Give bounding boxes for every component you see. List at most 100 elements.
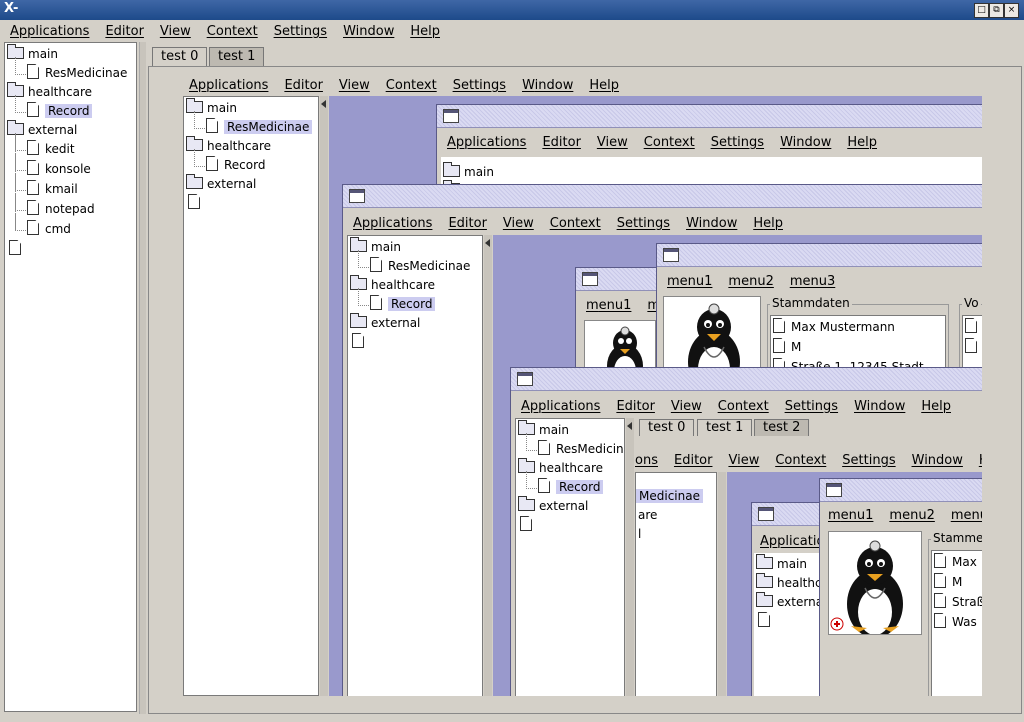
tree-node-record[interactable]: Record [538,478,604,496]
tree-node-external[interactable]: external [186,174,256,193]
minimize-button[interactable]: □ [974,3,989,18]
menu-context[interactable]: Context [542,216,609,231]
menu-settings[interactable]: Settings [703,135,772,150]
menu-window[interactable]: Window [904,453,971,468]
field-name[interactable]: Max Mustermann [773,318,895,336]
tree-node-notepad[interactable]: notepad [27,200,95,218]
field-sex[interactable]: M [934,573,962,591]
new-document-node[interactable] [520,516,538,534]
menu-window[interactable]: Window [678,216,745,231]
menu-editor[interactable]: Editor [440,216,494,231]
menu-window[interactable]: Window [335,24,402,39]
splitter[interactable] [320,96,328,696]
record-menu-1[interactable]: menu1 [659,274,720,289]
menu-help[interactable]: Help [745,216,791,231]
menu-window[interactable]: Window [772,135,839,150]
splitter[interactable] [139,42,146,714]
window-title-bar[interactable] [657,244,982,267]
menu-settings[interactable]: Settings [266,24,335,39]
tree-node-kmail[interactable]: kmail [27,180,78,198]
tree-node-cmd[interactable]: cmd [27,220,71,238]
tree-node-main[interactable]: main [756,554,807,573]
tab-test-1[interactable]: test 1 [697,419,753,436]
window-icon[interactable] [517,372,533,386]
menu-help[interactable]: Help [581,78,627,93]
window-title-bar[interactable] [820,479,982,502]
menu-settings[interactable]: Settings [777,399,846,414]
internal-window-e[interactable]: Applications Editor View Context Setting… [510,367,982,696]
menu-window[interactable]: Window [514,78,581,93]
tree-node-record[interactable]: Record [370,295,436,313]
vo-item[interactable] [965,338,982,356]
menu-applications[interactable]: Applications [513,399,608,414]
record-menu-2[interactable]: menu2 [881,508,942,523]
tree-node-external[interactable]: externa [756,592,823,611]
field-name[interactable]: Max [934,553,977,571]
tree-node-main[interactable]: main [443,162,494,181]
menu-editor[interactable]: Editor [97,24,151,39]
tree-node-resmedicinae[interactable]: ResMedicinae [206,118,313,136]
tab-test-1[interactable]: test 1 [209,47,265,66]
tree-node-healthcare[interactable]: are [638,506,657,524]
window-icon[interactable] [443,109,459,123]
record-menu-2[interactable]: menu2 [720,274,781,289]
tree-node-healthcare[interactable]: healthc [756,573,822,592]
menu-help[interactable]: Help [971,453,982,468]
menu-applications[interactable]: Applications [181,78,276,93]
record-menu-3[interactable]: menu3 [782,274,843,289]
menu-applications[interactable]: Applications [345,216,440,231]
tree-node-resmedicinae[interactable]: ResMedicinae [27,64,127,82]
tree-node-resmedicinae[interactable]: ResMedicinae [370,257,470,275]
menu-editor[interactable]: Editor [534,135,588,150]
new-document-node[interactable] [758,612,776,630]
new-document-node[interactable] [188,194,206,212]
menu-view[interactable]: View [720,453,767,468]
menu-view[interactable]: View [331,78,378,93]
menu-applications[interactable]: Applications [439,135,534,150]
field-sex[interactable]: M [773,338,801,356]
tab-test-0[interactable]: test 0 [152,47,208,66]
menu-applications[interactable]: ons [627,453,666,468]
tree-node-konsole[interactable]: konsole [27,160,91,178]
menu-context[interactable]: Context [378,78,445,93]
menu-settings[interactable]: Settings [445,78,514,93]
close-button[interactable]: × [1004,3,1019,18]
menu-editor[interactable]: Editor [666,453,720,468]
collapse-arrow-icon[interactable] [485,239,490,247]
splitter[interactable] [484,235,492,696]
window-icon[interactable] [349,189,365,203]
window-icon[interactable] [582,272,598,286]
menu-context[interactable]: Context [199,24,266,39]
menu-view[interactable]: View [589,135,636,150]
record-menu-1[interactable]: menu1 [820,508,881,523]
tree-node-resmedicinae[interactable]: ResMedicina [538,440,624,458]
field-was[interactable]: Was [934,613,977,631]
window-title-bar[interactable] [343,185,982,208]
tree-node-external[interactable]: l [638,525,641,543]
window-title-bar[interactable] [511,368,982,391]
tab-test-0[interactable]: test 0 [639,419,695,436]
window-icon[interactable] [663,248,679,262]
collapse-arrow-icon[interactable] [627,422,632,430]
record-window-front[interactable]: menu1 menu2 menu3 Stammdaten Max Musterm… [656,243,982,383]
menu-help[interactable]: Help [913,399,959,414]
menu-context[interactable]: Context [767,453,834,468]
record-menu-1[interactable]: menu1 [578,298,639,313]
tree-node-record[interactable]: Record [206,156,265,174]
internal-window-g[interactable]: menu1 menu2 menu3 Stamme Max M Straß Was [819,478,982,696]
menu-applications[interactable]: Applications [2,24,97,39]
field-address[interactable]: Straß [934,593,982,611]
maximize-button[interactable]: ⧉ [989,3,1004,18]
menu-editor[interactable]: Editor [608,399,662,414]
menu-window[interactable]: Window [846,399,913,414]
menu-settings[interactable]: Settings [834,453,903,468]
menu-context[interactable]: Context [636,135,703,150]
splitter[interactable] [718,472,726,696]
menu-view[interactable]: View [663,399,710,414]
menu-editor[interactable]: Editor [276,78,330,93]
tree-node-external[interactable]: external [518,496,588,515]
menu-context[interactable]: Context [710,399,777,414]
new-document-node[interactable] [352,333,370,351]
window-icon[interactable] [826,483,842,497]
tree-node-resmedicinae[interactable]: Medicinae [636,487,703,505]
